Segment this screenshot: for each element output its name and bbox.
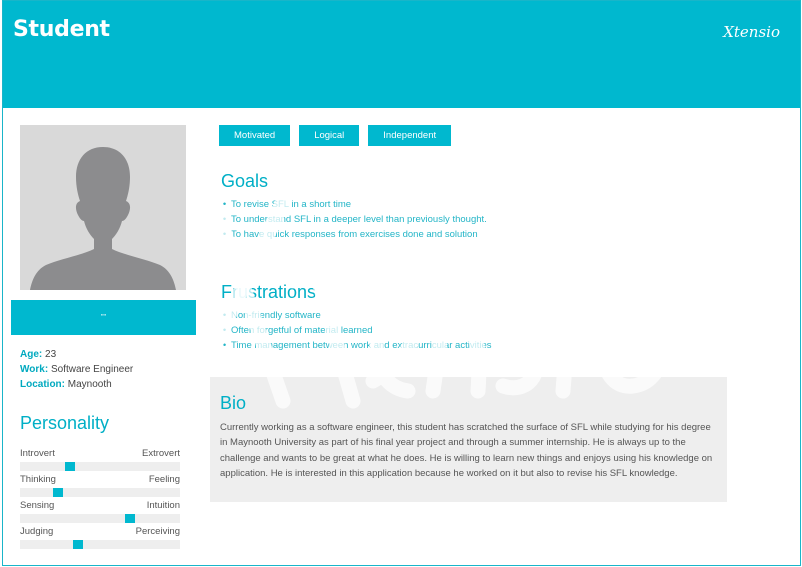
list-item[interactable]: Often forgetful of material learned	[218, 323, 491, 338]
slider-track[interactable]	[20, 488, 180, 497]
slider-left-label: Sensing	[20, 500, 55, 511]
slider-right-label: Extrovert	[141, 448, 180, 459]
location-value[interactable]: Maynooth	[68, 379, 112, 390]
work-value[interactable]: Software Engineer	[51, 364, 133, 375]
bio-heading[interactable]: Bio	[220, 393, 717, 414]
tag-independent[interactable]: Independent	[368, 125, 452, 146]
age-label: Age:	[20, 349, 43, 360]
age-value[interactable]: 23	[45, 349, 56, 360]
age-row: Age: 23	[20, 347, 133, 362]
name-bar[interactable]: ""	[11, 300, 196, 335]
tag-logical[interactable]: Logical	[299, 125, 360, 146]
slider-left-label: Introvert	[20, 448, 55, 459]
trait-tags: Motivated Logical Independent	[219, 125, 452, 146]
slider-track[interactable]	[20, 462, 180, 471]
personality-slider: Thinking Feeling	[20, 474, 180, 497]
bio-panel: Bio Currently working as a software engi…	[210, 377, 727, 502]
profile-photo[interactable]	[20, 125, 186, 290]
person-silhouette-icon	[20, 125, 186, 290]
list-item[interactable]: To understand SFL in a deeper level than…	[218, 212, 487, 227]
tag-motivated[interactable]: Motivated	[219, 125, 291, 146]
slider-knob[interactable]	[53, 488, 63, 497]
location-row: Location: Maynooth	[20, 377, 133, 392]
brand-logo: Xtensio	[723, 23, 780, 41]
work-label: Work:	[20, 364, 49, 375]
persona-card: Student Xtensio "" Age: 23 Work: Softwar…	[2, 0, 801, 566]
slider-left-label: Judging	[20, 526, 54, 537]
bio-text[interactable]: Currently working as a software engineer…	[220, 420, 717, 482]
slider-right-label: Perceiving	[135, 526, 180, 537]
list-item[interactable]: To have quick responses from exercises d…	[218, 227, 487, 242]
frustrations-list: Non-friendly software Often forgetful of…	[218, 308, 491, 353]
work-row: Work: Software Engineer	[20, 362, 133, 377]
slider-knob[interactable]	[72, 540, 83, 549]
header-banner: Student Xtensio	[3, 1, 800, 108]
profile-info: Age: 23 Work: Software Engineer Location…	[20, 347, 133, 392]
personality-slider: Introvert Extrovert	[20, 448, 180, 471]
location-label: Location:	[20, 379, 65, 390]
goals-heading[interactable]: Goals	[221, 171, 268, 192]
goals-list: To revise SFL in a short time To underst…	[218, 197, 487, 242]
slider-knob[interactable]	[125, 514, 135, 523]
slider-left-label: Thinking	[20, 474, 56, 485]
personality-heading[interactable]: Personality	[20, 413, 109, 434]
personality-slider: Judging Perceiving	[20, 526, 180, 549]
slider-track[interactable]	[20, 540, 180, 549]
slider-knob[interactable]	[65, 462, 75, 471]
list-item[interactable]: To revise SFL in a short time	[218, 197, 487, 212]
list-item[interactable]: Time management between work and extracu…	[218, 338, 491, 353]
personality-slider: Sensing Intuition	[20, 500, 180, 523]
slider-right-label: Intuition	[146, 500, 180, 511]
slider-track[interactable]	[20, 514, 180, 523]
list-item[interactable]: Non-friendly software	[218, 308, 491, 323]
persona-title[interactable]: Student	[13, 17, 110, 42]
slider-right-label: Feeling	[148, 474, 180, 485]
frustrations-heading[interactable]: Frustrations	[221, 282, 316, 303]
